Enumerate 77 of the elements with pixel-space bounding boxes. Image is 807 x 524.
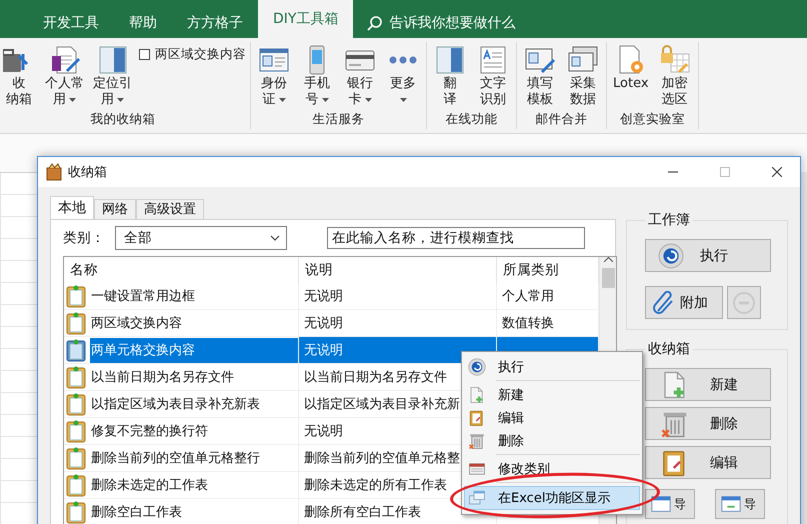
maximize-icon [720, 167, 730, 177]
caret-icon [322, 98, 328, 102]
dialog-tab[interactable]: 网络 [94, 199, 136, 219]
group-label: 创意实验室 [618, 111, 686, 128]
ribbon-button[interactable]: 文字 识别 [474, 42, 512, 111]
run-icon [658, 242, 684, 268]
dialog-tab[interactable]: 高级设置 [136, 199, 204, 219]
menu-item[interactable]: 在Excel功能区显示 [464, 486, 640, 510]
run-icon [468, 358, 486, 376]
ribbon-button[interactable]: 采集 数据 [564, 42, 602, 111]
table-cell: 个人常用 [497, 283, 599, 310]
split-panel-icon [96, 44, 128, 76]
lock-grid-icon [658, 44, 691, 76]
caret-icon [117, 98, 124, 102]
ribbon-button[interactable]: 加密 选区 [656, 42, 694, 111]
group-label: 生活服务 [312, 111, 366, 128]
tell-me-field[interactable]: 告诉我你想要做什么 [389, 14, 516, 32]
search-icon [367, 15, 384, 31]
category-dropdown[interactable]: 全部 [115, 226, 287, 250]
close-icon [772, 167, 782, 177]
trash-icon [468, 432, 486, 450]
ribbon-button[interactable]: 身份 证 [255, 42, 293, 111]
table-cell: 无说明 [299, 337, 497, 364]
ribbon-button[interactable]: Lotex [611, 42, 651, 111]
ribbon-button[interactable]: 个人常 用 [43, 42, 86, 111]
ribbon-tab[interactable]: 方方格子 [172, 8, 258, 38]
ribbon-button[interactable]: 手机 号 [298, 42, 336, 111]
category-label: 类别： [63, 229, 106, 247]
ribbon-tab[interactable]: 帮助 [114, 8, 172, 38]
dialog-tab[interactable]: 本地 [50, 196, 94, 219]
column-header[interactable]: 名称 [64, 257, 299, 283]
table-cell: 无说明 [299, 283, 497, 310]
ribbon-button[interactable]: 翻 译 [431, 42, 469, 111]
table-cell[interactable]: 两单元格交换内容 [90, 338, 298, 362]
action-button[interactable]: 导 [715, 489, 765, 519]
table-cell[interactable]: 一键设置常用边框 [90, 284, 298, 308]
action-button[interactable]: 执行 [645, 239, 771, 272]
action-button[interactable]: 编辑 [645, 446, 771, 479]
table-cell[interactable]: 删除当前列的空值单元格整行 [90, 446, 298, 470]
search-field[interactable]: 在此输入名称，进行模糊查找 [327, 227, 585, 249]
caret-icon [364, 98, 372, 102]
group-label: 我的收纳箱 [90, 111, 156, 128]
ribbon-button[interactable]: 填写 模板 [521, 42, 559, 111]
windows-icon [468, 489, 486, 507]
group-title: 收纳箱 [647, 340, 691, 358]
caret-icon [69, 98, 76, 102]
scroll-up-icon [604, 257, 612, 262]
ribbon-tab[interactable]: DIY工具箱 [258, 0, 354, 38]
chevron-down-icon [270, 235, 280, 241]
ribbon-button[interactable]: 更多 [384, 42, 422, 111]
scrollbar-thumb[interactable] [602, 268, 614, 288]
ribbon-button[interactable]: 定位引 用 [91, 42, 134, 111]
checkbox-label: 两区域交换内容 [155, 46, 246, 63]
table-cell[interactable]: 删除空白工作表 [90, 500, 298, 524]
window-title: 收纳箱 [68, 164, 108, 181]
action-button[interactable]: 导 [645, 489, 695, 519]
ribbon-tab[interactable]: 开发工具 [28, 8, 114, 38]
action-button[interactable]: 附加 [645, 286, 723, 319]
table-cell[interactable]: 删除未选定的工作表 [90, 472, 298, 498]
table-cell[interactable]: 两区域交换内容 [90, 310, 298, 336]
table-cell[interactable]: 以当前日期为名另存文件 [90, 364, 298, 390]
caret-icon [400, 98, 406, 102]
group-title: 工作簿 [647, 211, 691, 229]
column-header[interactable]: 说明 [299, 257, 497, 283]
more-dots-icon [389, 56, 417, 64]
action-button[interactable]: 新建 [645, 368, 771, 401]
caret-icon [278, 98, 286, 102]
group-label: 邮件合并 [534, 111, 588, 128]
split-panel-icon [434, 44, 466, 76]
checkbox[interactable] [139, 49, 150, 60]
table-cell[interactable]: 修复不完整的换行符 [90, 418, 298, 444]
ribbon-button[interactable]: 银行 卡 [341, 42, 379, 111]
action-button[interactable]: 删除 [645, 407, 771, 440]
table-cell[interactable]: 以指定区域为表目录补充新表 [90, 392, 298, 416]
box-icon [46, 163, 62, 181]
ribbon-button[interactable]: 收 纳箱 [0, 42, 38, 111]
group-label: 在线功能 [444, 111, 498, 128]
